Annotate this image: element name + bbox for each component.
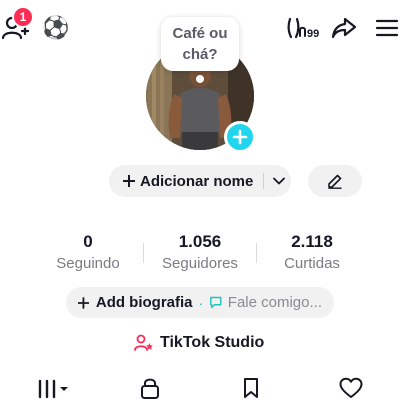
pencil-icon (328, 174, 342, 189)
plus-icon (232, 129, 248, 145)
stat-value: 0 (83, 232, 93, 251)
add-name-button[interactable]: Adicionar nome (109, 165, 291, 197)
stat-followers[interactable]: 1.056 Seguidores (158, 232, 242, 272)
pill-divider (263, 173, 265, 189)
tab-liked[interactable] (338, 376, 364, 400)
tab-videos[interactable] (36, 378, 72, 400)
share-icon (331, 17, 357, 39)
stat-divider (143, 243, 144, 263)
stat-likes[interactable]: 2.118 Curtidas (272, 232, 352, 272)
videos-grid-icon (38, 379, 68, 399)
add-photo-button[interactable] (224, 121, 256, 153)
share-button[interactable] (331, 16, 357, 40)
plus-icon (123, 175, 135, 187)
add-bio-button[interactable]: Add biografia · Fale comigo... (66, 287, 334, 318)
notification-badge: 1 (12, 6, 34, 28)
tiktok-studio-link[interactable]: TikTok Studio (134, 332, 264, 354)
chevron-down-icon (273, 177, 286, 185)
bookmark-icon (244, 378, 258, 398)
soccer-ball-icon[interactable]: ⚽ (42, 17, 69, 39)
bio-hint: Fale comigo... (227, 294, 322, 311)
bio-separator: · (198, 294, 204, 311)
stat-value: 1.056 (178, 232, 222, 251)
tab-private[interactable] (138, 376, 162, 400)
chat-bubble-icon (210, 296, 222, 309)
plus-icon (78, 296, 89, 309)
note-bubble-tail (196, 75, 204, 83)
creator-tools-button[interactable]: 99 (287, 16, 323, 40)
heart-icon (339, 377, 363, 398)
stat-value: 2.118 (291, 232, 333, 251)
stat-label: Curtidas (284, 255, 340, 272)
stat-divider (256, 243, 257, 263)
stat-label: Seguidores (162, 255, 238, 272)
studio-icon (134, 334, 153, 351)
menu-icon (375, 19, 399, 37)
creator-tools-icon: 99 (287, 17, 319, 40)
edit-profile-button[interactable] (308, 165, 362, 197)
svg-text:99: 99 (307, 28, 319, 40)
lock-icon (141, 378, 159, 399)
add-name-label: Adicionar nome (140, 172, 254, 190)
menu-button[interactable] (374, 17, 400, 39)
stat-label: Seguindo (56, 255, 120, 272)
note-bubble[interactable]: Café ou chá? (161, 17, 239, 71)
add-bio-label: Add biografia (95, 294, 193, 311)
stat-following[interactable]: 0 Seguindo (48, 232, 128, 272)
tab-saved[interactable] (240, 376, 262, 400)
tiktok-studio-label: TikTok Studio (160, 334, 265, 351)
